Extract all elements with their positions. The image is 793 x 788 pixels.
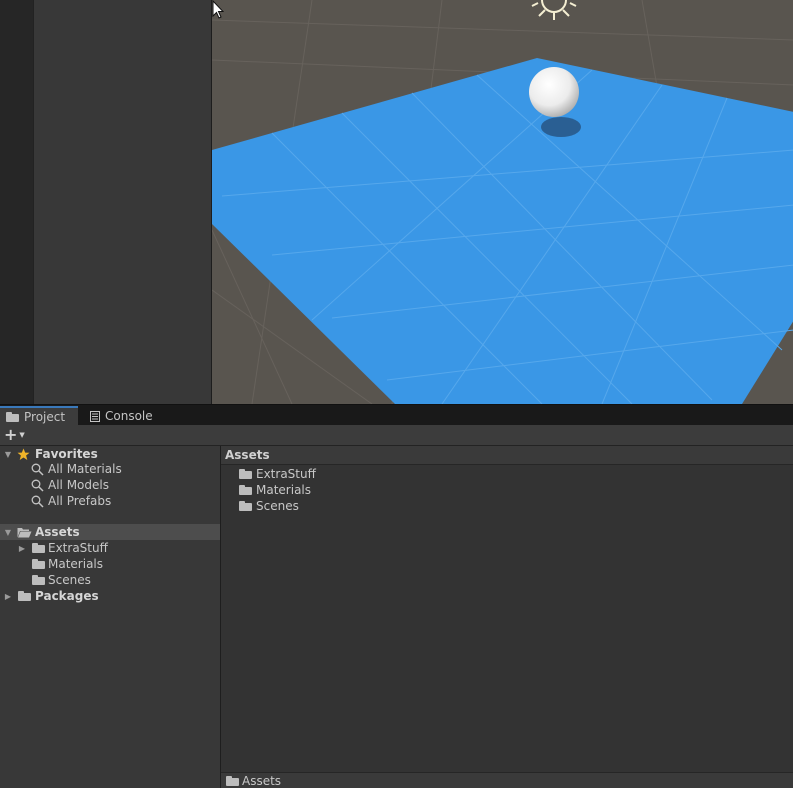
favorite-item[interactable]: All Prefabs bbox=[0, 493, 220, 509]
asset-item-label: Materials bbox=[256, 483, 312, 497]
plus-icon: + bbox=[4, 425, 18, 444]
scene-view[interactable] bbox=[211, 0, 793, 404]
assets-label: Assets bbox=[35, 525, 80, 539]
favorite-item-label: All Materials bbox=[48, 462, 122, 476]
create-asset-button[interactable]: + ▼ bbox=[4, 426, 34, 444]
search-icon bbox=[31, 495, 44, 508]
folder-tree: ▼ Favorites All Materials All Models All… bbox=[0, 446, 221, 788]
folder-icon bbox=[32, 575, 45, 585]
star-icon bbox=[17, 448, 30, 460]
folder-icon bbox=[226, 775, 239, 786]
hierarchy-panel bbox=[33, 0, 212, 404]
asset-browser: Assets ExtraStuff Materials Scenes Asset… bbox=[221, 446, 793, 788]
console-icon bbox=[90, 410, 100, 422]
tree-item-scenes[interactable]: Scenes bbox=[0, 572, 220, 588]
scene-render bbox=[212, 0, 793, 404]
tree-item-favorites[interactable]: ▼ Favorites bbox=[0, 446, 220, 462]
expand-down-arrow-icon[interactable]: ▼ bbox=[3, 450, 13, 459]
dropdown-caret-icon: ▼ bbox=[19, 431, 25, 439]
folder-icon bbox=[239, 469, 252, 479]
favorite-item[interactable]: All Models bbox=[0, 477, 220, 493]
tree-item-packages[interactable]: ▶ Packages bbox=[0, 588, 220, 604]
open-folder-icon bbox=[17, 527, 32, 537]
path-bar: Assets bbox=[221, 772, 793, 788]
search-icon bbox=[31, 479, 44, 492]
folder-icon bbox=[32, 543, 45, 553]
tree-item-label: Materials bbox=[48, 557, 104, 571]
directional-light-icon[interactable] bbox=[531, 0, 577, 20]
tree-item-materials[interactable]: Materials bbox=[0, 556, 220, 572]
tree-item-assets[interactable]: ▼ Assets bbox=[0, 524, 220, 540]
favorite-item-label: All Models bbox=[48, 478, 109, 492]
tab-label: Console bbox=[105, 409, 153, 423]
folder-icon bbox=[18, 591, 31, 601]
asset-item-extrastuff[interactable]: ExtraStuff bbox=[239, 466, 316, 482]
favorite-item[interactable]: All Materials bbox=[0, 461, 220, 477]
expand-down-arrow-icon[interactable]: ▼ bbox=[3, 528, 13, 537]
folder-icon bbox=[239, 485, 252, 495]
favorites-label: Favorites bbox=[35, 447, 98, 461]
asset-item-label: Scenes bbox=[256, 499, 299, 513]
expand-right-arrow-icon[interactable]: ▶ bbox=[17, 544, 27, 553]
folder-icon bbox=[6, 412, 19, 422]
tree-item-extrastuff[interactable]: ▶ ExtraStuff bbox=[0, 540, 220, 556]
folder-icon bbox=[32, 559, 45, 569]
favorite-item-label: All Prefabs bbox=[48, 494, 112, 508]
sphere-object[interactable] bbox=[529, 67, 579, 117]
tab-label: Project bbox=[24, 410, 66, 424]
asset-item-scenes[interactable]: Scenes bbox=[239, 498, 299, 514]
breadcrumb-assets[interactable]: Assets bbox=[225, 448, 270, 462]
breadcrumb: Assets bbox=[221, 446, 793, 465]
expand-right-arrow-icon[interactable]: ▶ bbox=[3, 592, 13, 601]
tab-console[interactable]: Console bbox=[84, 406, 161, 426]
sphere-shadow bbox=[541, 117, 581, 137]
tree-item-label: ExtraStuff bbox=[48, 541, 108, 555]
asset-item-label: ExtraStuff bbox=[256, 467, 316, 481]
path-label[interactable]: Assets bbox=[242, 774, 281, 788]
project-tab-bar: Project Console bbox=[0, 404, 793, 426]
search-icon bbox=[31, 463, 44, 476]
packages-label: Packages bbox=[35, 589, 99, 603]
asset-item-materials[interactable]: Materials bbox=[239, 482, 311, 498]
tree-item-label: Scenes bbox=[48, 573, 91, 587]
mouse-cursor-icon bbox=[212, 0, 224, 19]
folder-icon bbox=[239, 501, 252, 511]
left-strip bbox=[0, 0, 33, 404]
tab-project[interactable]: Project bbox=[0, 406, 78, 426]
project-toolbar: + ▼ bbox=[0, 425, 793, 446]
